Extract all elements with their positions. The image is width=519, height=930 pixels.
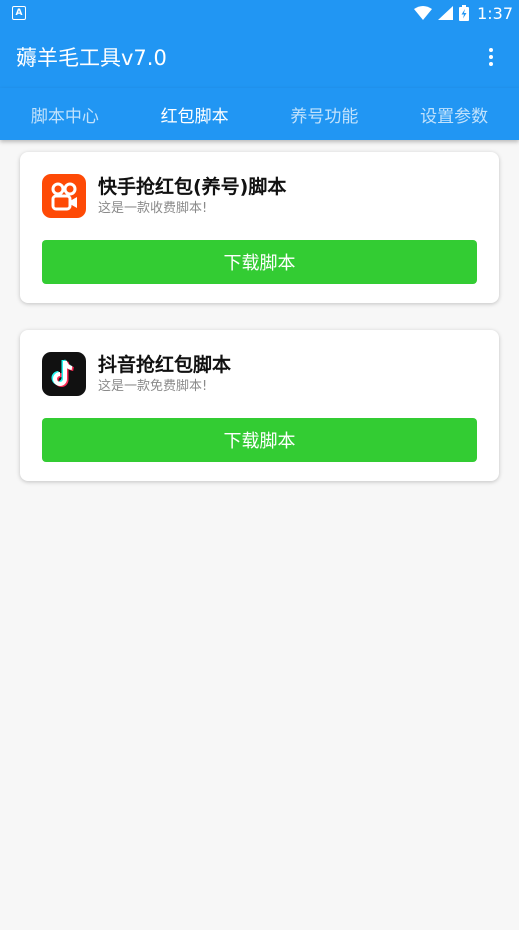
tab-settings[interactable]: 设置参数 xyxy=(412,92,496,137)
script-list: 快手抢红包(养号)脚本 这是一款收费脚本! 下载脚本 抖音抢红包脚本 这是一款免… xyxy=(0,140,519,481)
wifi-icon xyxy=(414,6,433,20)
script-card-douyin: 抖音抢红包脚本 这是一款免费脚本! 下载脚本 xyxy=(20,330,499,481)
app-bar: 薅羊毛工具v7.0 xyxy=(0,26,519,88)
card-title: 快手抢红包(养号)脚本 xyxy=(98,176,287,198)
status-time: 1:37 xyxy=(477,3,513,23)
more-vert-icon[interactable] xyxy=(479,43,503,71)
card-title: 抖音抢红包脚本 xyxy=(98,354,232,376)
kuaishou-icon xyxy=(42,174,86,218)
card-subtitle: 这是一款免费脚本! xyxy=(98,379,208,394)
download-script-button[interactable]: 下载脚本 xyxy=(42,418,477,462)
tab-bar: 脚本中心 红包脚本 养号功能 设置参数 xyxy=(0,88,519,140)
download-script-button[interactable]: 下载脚本 xyxy=(42,240,477,284)
signal-icon xyxy=(438,6,454,20)
tab-red-packet-scripts[interactable]: 红包脚本 xyxy=(153,92,237,137)
tab-script-center[interactable]: 脚本中心 xyxy=(23,92,107,137)
douyin-icon xyxy=(42,352,86,396)
script-card-kuaishou: 快手抢红包(养号)脚本 这是一款收费脚本! 下载脚本 xyxy=(20,152,499,303)
app-title: 薅羊毛工具v7.0 xyxy=(16,46,167,70)
battery-charging-icon xyxy=(459,5,470,21)
card-subtitle: 这是一款收费脚本! xyxy=(98,201,208,216)
tab-account-nurturing[interactable]: 养号功能 xyxy=(282,92,366,137)
status-bar: A 1:37 xyxy=(0,0,519,26)
notification-a-icon: A xyxy=(12,6,26,20)
